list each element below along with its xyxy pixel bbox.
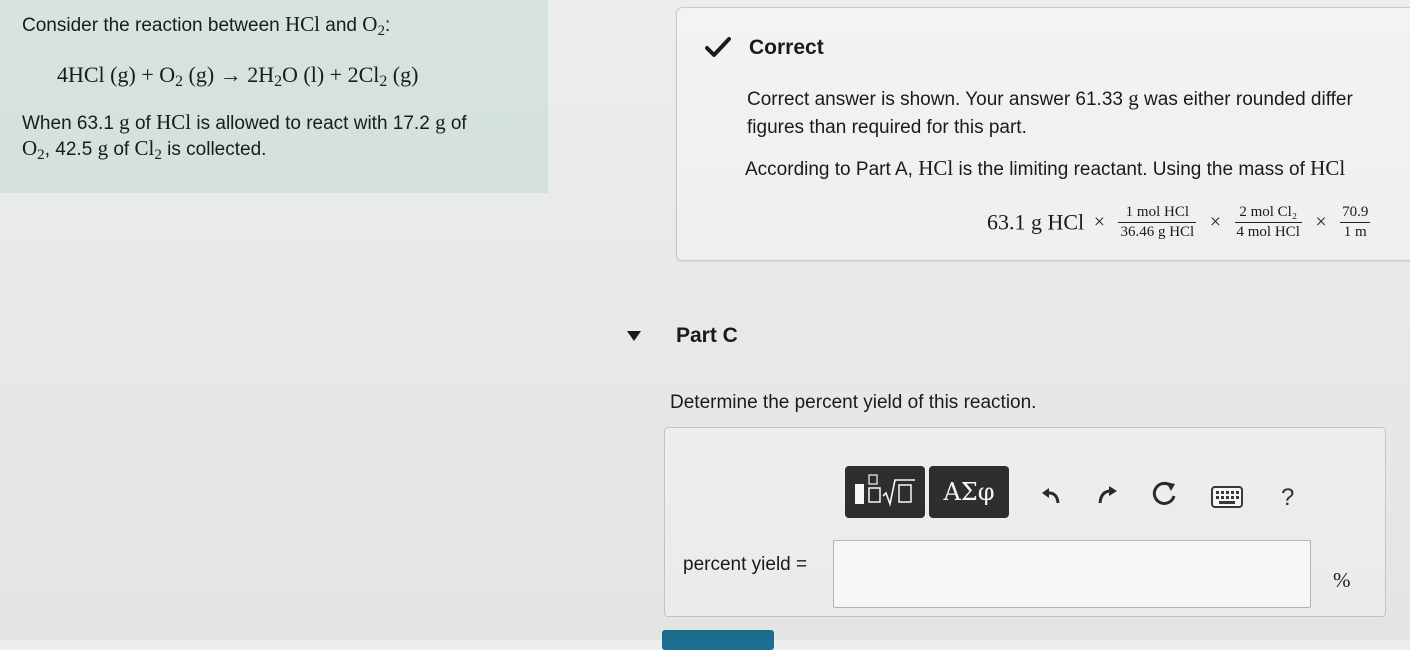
hcl-formula: HCl <box>285 12 321 36</box>
times-sign: × <box>1209 211 1222 233</box>
percent-yield-input[interactable] <box>833 540 1311 608</box>
problem-intro: Consider the reaction between HCl and O2… <box>22 12 391 39</box>
problem-statement: When 63.1 g of HCl is allowed to react w… <box>22 110 467 163</box>
feedback-card: Correct Correct answer is shown. Your an… <box>676 7 1410 261</box>
problem-panel: Consider the reaction between HCl and O2… <box>0 0 548 193</box>
triangle-down-icon[interactable] <box>626 330 642 342</box>
question-text: Determine the percent yield of this reac… <box>670 392 1037 413</box>
part-c-title[interactable]: Part C <box>676 324 738 348</box>
conversion-fraction: 70.9 1 m <box>1340 204 1371 240</box>
redo-icon[interactable] <box>1095 482 1119 506</box>
feedback-explanation: According to Part A, HCl is the limiting… <box>745 156 1346 180</box>
symbols-button[interactable]: ΑΣφ <box>929 466 1009 518</box>
intro-and: and <box>320 15 363 36</box>
answer-box: ΑΣφ ? percent yield = % <box>664 427 1386 617</box>
submit-button[interactable] <box>662 630 774 650</box>
percent-yield-label: percent yield = <box>683 554 808 575</box>
check-icon <box>705 37 731 57</box>
math-templates-icon <box>855 474 915 507</box>
conversion-fraction: 2 mol Cl₂ 4 mol HCl <box>1234 204 1302 240</box>
undo-icon[interactable] <box>1039 482 1063 506</box>
help-button[interactable]: ? <box>1281 484 1294 512</box>
feedback-title: Correct <box>749 36 824 59</box>
times-sign: × <box>1315 211 1327 233</box>
o2-formula: O2 <box>362 12 386 39</box>
calc-start: 63.1 g HCl <box>987 209 1085 235</box>
keyboard-icon[interactable] <box>1211 486 1243 508</box>
templates-button[interactable] <box>845 466 925 518</box>
percent-unit-label: % <box>1333 568 1351 592</box>
calculation-expression: 63.1 g HCl × 1 mol HCl 36.46 g HCl × 2 mo… <box>987 204 1374 254</box>
reset-icon[interactable] <box>1151 480 1179 508</box>
feedback-message: Correct answer is shown. Your answer 61.… <box>747 86 1353 138</box>
times-sign: × <box>1093 211 1105 233</box>
conversion-fraction: 1 mol HCl 36.46 g HCl <box>1118 204 1197 240</box>
intro-text: Consider the reaction between <box>22 15 285 36</box>
intro-colon: : <box>385 15 391 36</box>
reaction-equation: 4HCl (g) + O2 (g) → 2H2O (l) + 2Cl2 (g) <box>57 62 419 90</box>
